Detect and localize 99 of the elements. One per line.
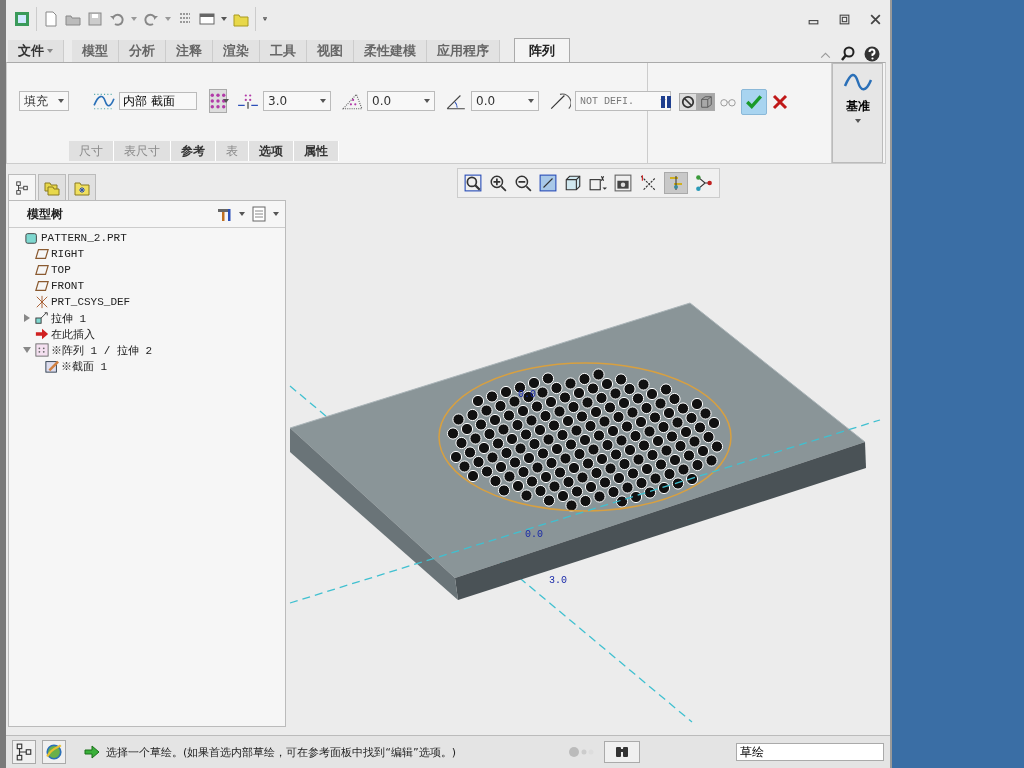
dimension-label: 0.0 [524, 529, 543, 540]
type-dropdown[interactable]: 填充 [19, 91, 69, 111]
customize-caret-icon[interactable] [262, 17, 268, 21]
help-icon[interactable] [864, 46, 880, 62]
box-icon [699, 95, 713, 109]
model-tree-toggle-icon[interactable] [12, 740, 36, 764]
datum-group-button[interactable]: 基准 [832, 63, 883, 163]
pattern-grid-button[interactable] [209, 89, 227, 113]
tree-item[interactable]: 拉伸 1 [51, 310, 87, 326]
border-distance-icon [341, 92, 363, 110]
panel-tab[interactable]: 参考 [171, 141, 216, 161]
close-icon[interactable] [869, 12, 882, 26]
hammer-icon[interactable] [217, 206, 233, 222]
no-symbol-icon [681, 95, 695, 109]
app-icon[interactable] [14, 11, 30, 27]
pencil-icon [45, 359, 59, 373]
datum-display-icon[interactable] [638, 174, 657, 192]
zoom-in-icon[interactable] [488, 174, 507, 192]
tree-item[interactable]: TOP [51, 264, 71, 276]
plane-icon [35, 279, 49, 293]
undo-icon[interactable] [109, 11, 125, 27]
caret-icon [58, 99, 64, 103]
radius-icon [549, 92, 571, 110]
ribbon-tab[interactable]: 柔性建模 [354, 40, 427, 62]
zoom-out-icon[interactable] [513, 174, 532, 192]
model-tree-tab[interactable] [8, 174, 36, 200]
ribbon-tab[interactable]: 注释 [166, 40, 213, 62]
ribbon-tab[interactable]: 阵列 [514, 38, 570, 62]
ribbon-tab[interactable]: 视图 [307, 40, 354, 62]
window-icon[interactable] [199, 11, 215, 27]
tree-item[interactable]: FRONT [51, 280, 84, 292]
tree-item[interactable]: ※阵列 1 / 拉伸 2 [51, 342, 153, 358]
globe-icon[interactable] [42, 740, 66, 764]
plane-icon [35, 247, 49, 261]
caret-icon [854, 119, 861, 123]
pattern-icon [35, 343, 49, 357]
repaint-icon[interactable] [538, 174, 557, 192]
camera-icon[interactable] [613, 174, 632, 192]
caret-icon[interactable] [273, 212, 279, 216]
caret-icon [47, 49, 53, 53]
find-button[interactable] [604, 741, 640, 763]
tree-item[interactable]: 在此插入 [51, 326, 95, 342]
caret-icon[interactable] [221, 17, 227, 21]
saved-views-icon[interactable] [588, 174, 607, 192]
border-combobox[interactable]: 0.0 [367, 91, 435, 111]
tree-item[interactable]: RIGHT [51, 248, 84, 260]
dot-grid-icon [210, 93, 226, 109]
angle-icon [445, 92, 467, 110]
collapsed-arrow-icon[interactable] [23, 314, 31, 322]
tree-icon [15, 180, 29, 195]
caret-icon [528, 99, 534, 103]
sketch-field[interactable]: 内部 截面 [119, 92, 197, 110]
sketch-curve-icon [93, 92, 115, 110]
plane-icon [35, 263, 49, 277]
panel-title: 模型树 [27, 205, 63, 223]
node-link-icon[interactable] [694, 174, 713, 192]
folders-icon [44, 179, 60, 196]
checkmark-icon [745, 93, 763, 111]
radius-combobox[interactable]: NOT DEFI. [575, 91, 671, 111]
rotation-combobox[interactable]: 0.0 [471, 91, 539, 111]
panel-tab[interactable]: 属性 [294, 141, 339, 161]
cube-icon[interactable] [563, 174, 582, 192]
dimension-label: 3.0 [548, 575, 567, 586]
spin-center-icon [667, 175, 684, 191]
arrow-icon [35, 327, 49, 341]
ribbon-tab[interactable]: 渲染 [213, 40, 260, 62]
tree-item[interactable]: PRT_CSYS_DEF [51, 296, 131, 308]
arrow-icon [84, 744, 100, 760]
ribbon-tab[interactable]: 分析 [119, 40, 166, 62]
redo-icon[interactable] [143, 11, 159, 27]
maximize-icon[interactable] [838, 12, 851, 26]
status-message: 选择一个草绘。(如果首选内部草绘，可在参考面板中找到“编辑”选项。) [106, 744, 456, 760]
caret-icon [320, 99, 326, 103]
binoculars-icon [614, 744, 630, 760]
selection-filter-field[interactable]: 草绘 [736, 743, 884, 761]
file-menu[interactable]: 文件 [8, 40, 64, 62]
ribbon-tab[interactable]: 工具 [260, 40, 307, 62]
caret-icon[interactable] [223, 99, 229, 103]
caret-icon [424, 99, 430, 103]
zoom-fit-icon[interactable] [463, 174, 482, 192]
ribbon-tab[interactable]: 应用程序 [427, 40, 500, 62]
pause-icon[interactable] [658, 94, 674, 110]
extrude-icon [35, 311, 49, 325]
spacing-combobox[interactable]: 3.0 [263, 91, 331, 111]
search-icon[interactable] [840, 46, 856, 62]
spacing-icon [237, 92, 259, 110]
dimension-label: 0.0 [517, 389, 536, 400]
panel-tab[interactable]: 选项 [249, 141, 294, 161]
tree-item[interactable]: ※截面 1 [61, 358, 108, 374]
star-folder-icon [74, 179, 90, 196]
no-preview-button[interactable] [679, 93, 697, 111]
tree-item[interactable]: PATTERN_2.PRT [41, 232, 127, 244]
spin-center-button[interactable] [663, 172, 688, 194]
cancel-icon[interactable] [772, 94, 788, 110]
caret-icon[interactable] [239, 212, 245, 216]
expanded-arrow-icon[interactable] [23, 346, 31, 354]
axes-icon [35, 295, 49, 309]
cube-icon [25, 231, 39, 245]
ribbon-tab[interactable]: 模型 [72, 40, 119, 62]
